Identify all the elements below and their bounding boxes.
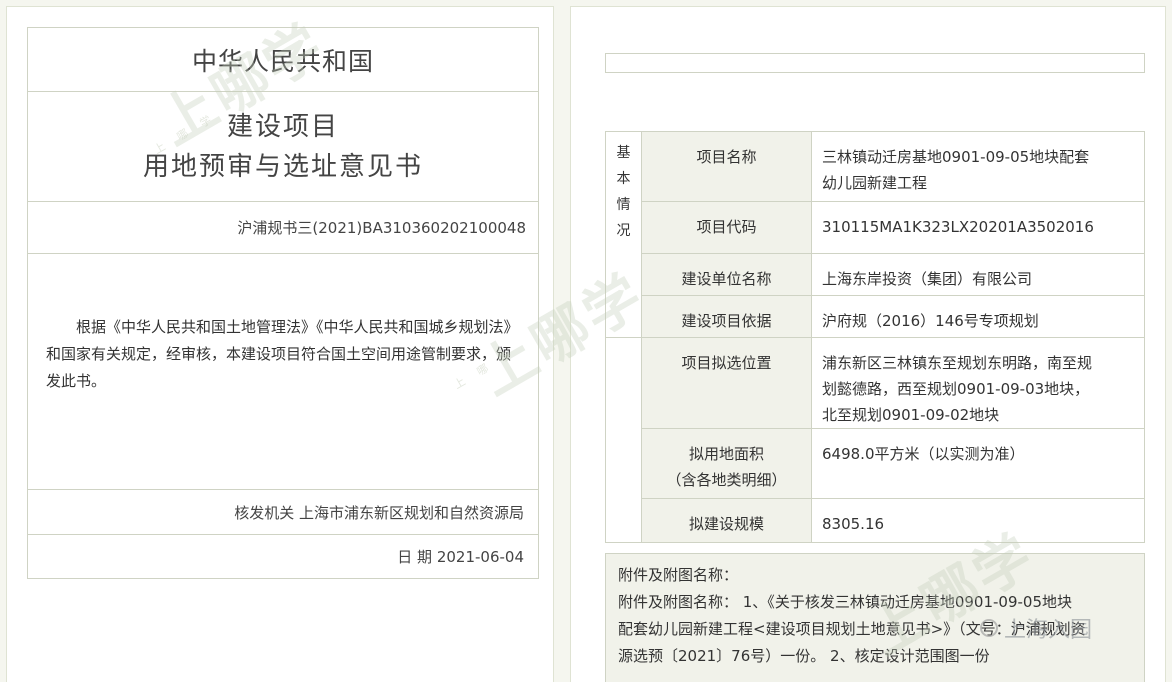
info-label-line: 建设项目依据 <box>681 312 772 330</box>
info-value: 三林镇动迁房基地0901-09-05地块配套 幼儿园新建工程 <box>811 131 1145 202</box>
info-value: 浦东新区三林镇东至规划东明路，南至规 划懿德路，西至规划0901-09-03地块，… <box>811 337 1145 429</box>
info-label-line: 建设单位名称 <box>681 270 772 288</box>
section-side-char: 情 <box>616 197 631 213</box>
info-value-line: 6498.0平方米（以实测为准） <box>822 445 1025 463</box>
certificate-title: 建设项目 用地预审与选址意见书 <box>28 92 538 202</box>
info-value-line: 浦东新区三林镇东至规划东明路，南至规 <box>822 354 1093 372</box>
info-row: 拟用地面积 （含各地类明细） 6498.0平方米（以实测为准） <box>606 428 1145 499</box>
info-value-line: 沪府规（2016）146号专项规划 <box>822 312 1039 330</box>
section-side-label: 基本情况 <box>605 131 642 338</box>
info-label-line: 项目代码 <box>696 218 757 236</box>
info-value: 上海东岸投资（集团）有限公司 <box>811 253 1145 296</box>
section-side-char: 况 <box>616 223 631 239</box>
info-label: 项目代码 <box>641 201 812 254</box>
info-value: 8305.16 <box>811 498 1145 543</box>
info-row: 建设项目依据 沪府规（2016）146号专项规划 <box>606 295 1145 338</box>
certificate-date: 日 期 2021-06-04 <box>397 548 524 566</box>
basic-info-table: 基本情况项目名称 三林镇动迁房基地0901-09-05地块配套 幼儿园新建工程 项目代… <box>605 131 1145 543</box>
info-row: 建设单位名称 上海东岸投资（集团）有限公司 <box>606 253 1145 296</box>
info-label-line: 拟建设规模 <box>688 515 764 533</box>
info-page: 基本情况项目名称 三林镇动迁房基地0901-09-05地块配套 幼儿园新建工程 项目代… <box>570 6 1166 682</box>
info-value-line: 北至规划0901-09-02地块 <box>822 406 1000 424</box>
annex-line: 附件及附图名称： 1、《关于核发三林镇动迁房基地0901-09-05地块 <box>618 593 1072 611</box>
section-side-char: 本 <box>616 171 631 187</box>
info-label-line: 项目名称 <box>696 148 757 166</box>
info-value-line: 幼儿园新建工程 <box>822 174 928 192</box>
info-label: 拟用地面积 （含各地类明细） <box>641 428 812 499</box>
certificate-page: 中华人民共和国 建设项目 用地预审与选址意见书 沪浦规书三(2021)BA310… <box>6 6 554 682</box>
annex-line: 配套幼儿园新建工程<建设项目规划土地意见书>》（文号：沪浦规划资 <box>618 620 1086 638</box>
info-value: 沪府规（2016）146号专项规划 <box>811 295 1145 338</box>
info-label: 项目名称 <box>641 131 812 202</box>
info-value-line: 8305.16 <box>822 515 885 533</box>
certificate-title-line2: 用地预审与选址意见书 <box>142 151 423 182</box>
annex-heading: 附件及附图名称： <box>618 566 739 584</box>
info-value: 310115MA1K323LX20201A3502016 <box>811 201 1145 254</box>
info-label-line: （含各地类明细） <box>666 471 787 489</box>
certificate-frame: 中华人民共和国 建设项目 用地预审与选址意见书 沪浦规书三(2021)BA310… <box>27 27 539 579</box>
annex-section: 附件及附图名称： 附件及附图名称： 1、《关于核发三林镇动迁房基地0901-09… <box>605 553 1145 682</box>
info-row: 项目拟选位置 浦东新区三林镇东至规划东明路，南至规 划懿德路，西至规划0901-09… <box>605 337 1145 543</box>
basic-info-table-body: 基本情况项目名称 三林镇动迁房基地0901-09-05地块配套 幼儿园新建工程 项目代… <box>605 131 1145 543</box>
info-row: 拟建设规模 8305.16 <box>606 498 1145 543</box>
info-value-line: 三林镇动迁房基地0901-09-05地块配套 <box>822 148 1090 166</box>
info-label: 建设项目依据 <box>641 295 812 338</box>
info-value: 6498.0平方米（以实测为准） <box>811 428 1145 499</box>
info-value-line: 310115MA1K323LX20201A3502016 <box>822 218 1094 236</box>
section-side-blank <box>605 337 642 543</box>
top-blank-bar <box>605 53 1145 73</box>
certificate-body-text: 根据《中华人民共和国土地管理法》《中华人民共和国城乡规划法》和国家有关规定，经审… <box>28 254 538 490</box>
info-label: 拟建设规模 <box>641 498 812 543</box>
certificate-country: 中华人民共和国 <box>28 28 538 92</box>
info-row: 基本情况 项目名称 三林镇动迁房基地0901-09-05地块配套 幼儿园新建工程 <box>605 131 1145 338</box>
info-label-line: 项目拟选位置 <box>681 354 772 372</box>
info-label-line: 拟用地面积 <box>688 445 764 463</box>
section-side-char: 基 <box>616 145 631 161</box>
certificate-title-line1: 建设项目 <box>226 111 339 142</box>
info-label: 建设单位名称 <box>641 253 812 296</box>
info-label: 项目拟选位置 <box>641 337 812 429</box>
certificate-doc-number: 沪浦规书三(2021)BA310360202100048 <box>28 202 538 254</box>
info-value-line: 上海东岸投资（集团）有限公司 <box>822 270 1033 288</box>
info-row: 项目代码 310115MA1K323LX20201A3502016 <box>606 201 1145 254</box>
certificate-issuer: 核发机关 上海市浦东新区规划和自然资源局 <box>28 490 538 535</box>
info-value-line: 划懿德路，西至规划0901-09-03地块， <box>822 380 1090 398</box>
annex-line: 源选预〔2021〕76号）一份。 2、核定设计范围图一份 <box>618 647 990 665</box>
